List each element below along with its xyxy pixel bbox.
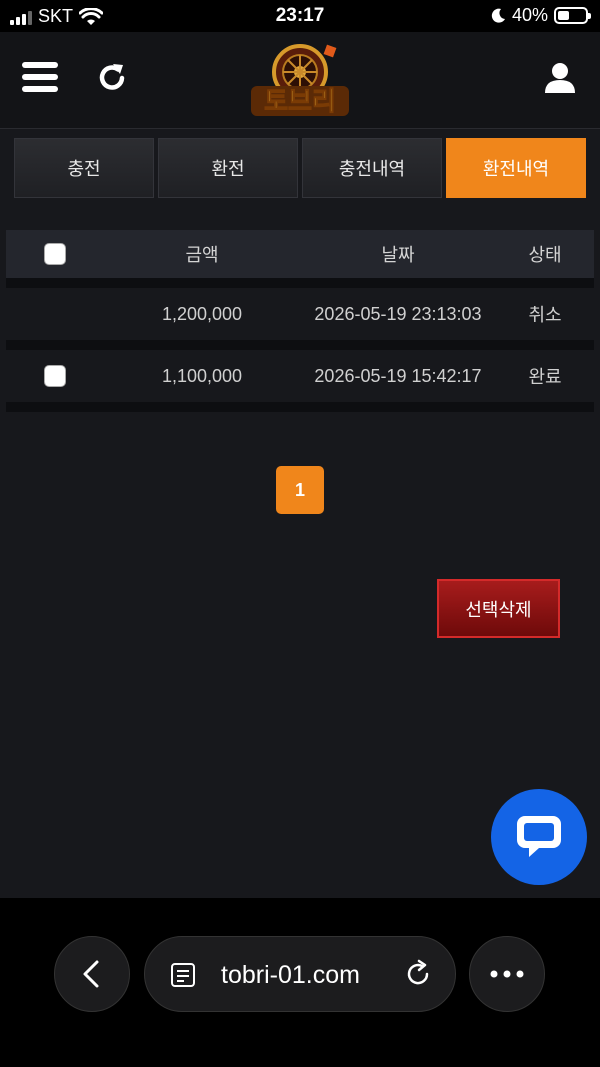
header-status: 상태 xyxy=(528,245,562,265)
svg-text:토브리: 토브리 xyxy=(264,87,336,117)
browser-toolbar: tobri-01.com xyxy=(0,898,600,1067)
divider xyxy=(6,278,594,288)
tab-deposit-history[interactable]: 충전내역 xyxy=(302,138,442,198)
status-right: 40% xyxy=(490,5,591,26)
live-chat-button[interactable] xyxy=(491,789,587,885)
table-row: 1,100,000 2026-05-19 15:42:17 완료 xyxy=(6,350,594,402)
row-status: 취소 xyxy=(528,305,562,325)
reader-icon[interactable] xyxy=(169,961,197,989)
reload-icon[interactable] xyxy=(403,959,433,989)
row-status: 완료 xyxy=(528,367,562,387)
refresh-icon[interactable] xyxy=(94,60,130,96)
delete-selected-button[interactable]: 선택삭제 xyxy=(437,579,560,638)
site-header: 토브리 xyxy=(0,32,600,129)
more-icon xyxy=(490,970,524,978)
url-text: tobri-01.com xyxy=(221,961,360,989)
back-button[interactable] xyxy=(54,936,130,1012)
transaction-tabs: 충전 환전 충전내역 환전내역 xyxy=(14,138,586,198)
row-checkbox[interactable] xyxy=(44,365,66,387)
table-row: 1,200,000 2026-05-19 23:13:03 취소 xyxy=(6,288,594,340)
battery-icon xyxy=(554,7,591,24)
user-icon[interactable] xyxy=(542,60,578,96)
row-date: 2026-05-19 15:42:17 xyxy=(314,365,482,386)
row-amount: 1,200,000 xyxy=(161,303,243,324)
table-header: 금액 날짜 상태 xyxy=(6,230,594,278)
row-date: 2026-05-19 23:13:03 xyxy=(314,303,482,324)
logo-roulette[interactable]: 토브리 xyxy=(245,42,355,122)
header-amount: 금액 xyxy=(185,245,219,265)
divider xyxy=(6,402,594,412)
select-all-checkbox[interactable] xyxy=(44,243,66,265)
header-date: 날짜 xyxy=(381,245,415,265)
chat-icon xyxy=(517,816,561,857)
menu-icon[interactable] xyxy=(22,62,58,98)
row-amount: 1,100,000 xyxy=(161,365,243,386)
back-icon xyxy=(83,960,99,988)
tab-deposit[interactable]: 충전 xyxy=(14,138,154,198)
more-button[interactable] xyxy=(469,936,545,1012)
status-bar: SKT 23:17 40% xyxy=(0,0,600,32)
address-bar[interactable]: tobri-01.com xyxy=(144,936,456,1012)
tab-withdraw-history[interactable]: 환전내역 xyxy=(446,138,586,198)
tab-withdraw[interactable]: 환전 xyxy=(158,138,298,198)
page-button-current[interactable]: 1 xyxy=(276,466,324,514)
battery-percent: 40% xyxy=(511,5,548,25)
history-table: 금액 날짜 상태 1,200,000 2026-05-19 23:13:03 취… xyxy=(6,230,594,412)
moon-icon xyxy=(491,8,505,23)
divider xyxy=(6,340,594,350)
